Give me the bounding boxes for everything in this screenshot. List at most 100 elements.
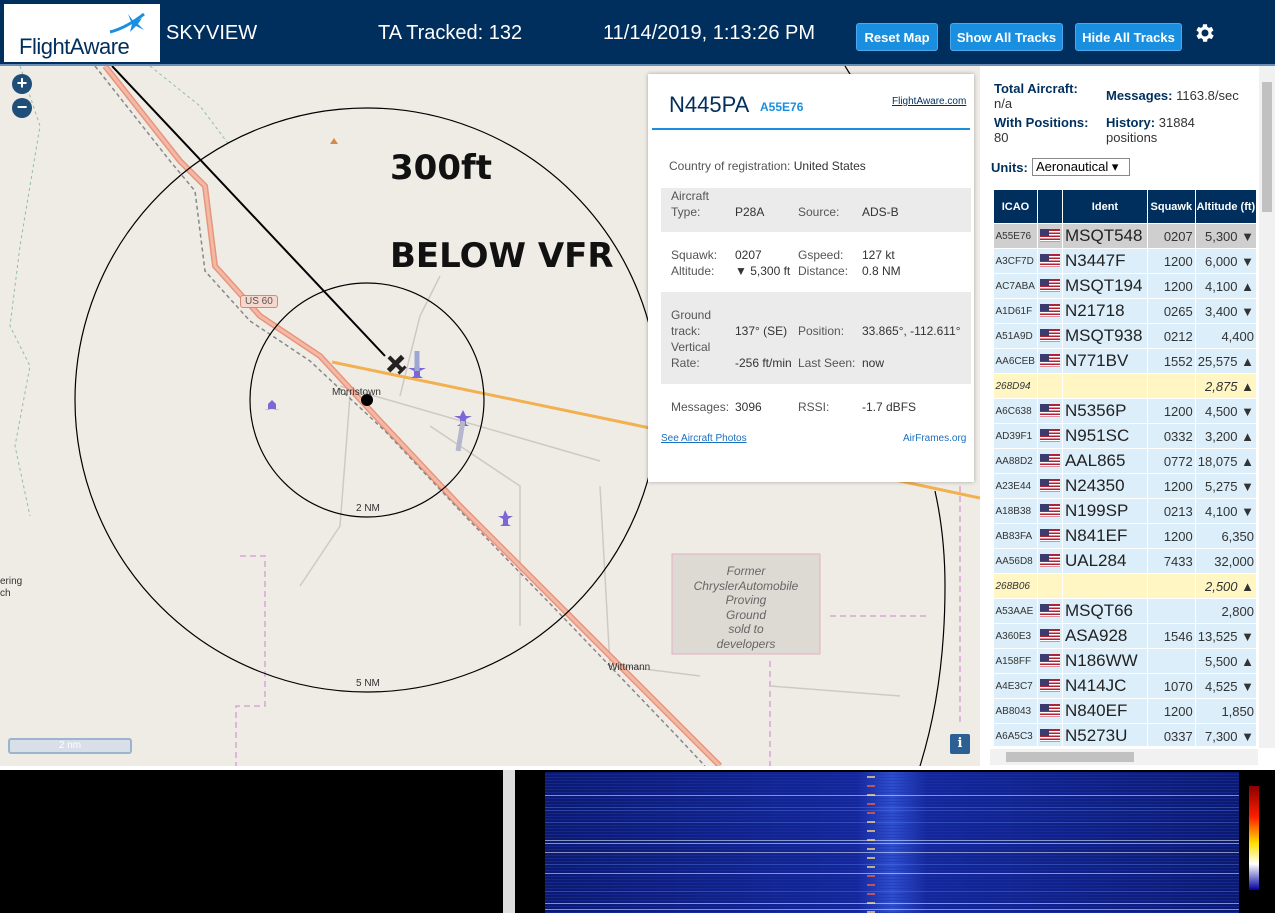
info-button[interactable]: i <box>950 734 970 754</box>
popup-registration: N445PA <box>669 92 750 117</box>
flag-cell <box>1037 398 1063 424</box>
table-row[interactable]: A23E44 N24350 1200 5,275 ▼ <box>993 473 1257 499</box>
icao-cell: AA6CEB <box>993 348 1038 374</box>
altitude-cell: 4,525 ▼ <box>1195 673 1257 699</box>
altitude-cell: 2,500 ▲ <box>1195 573 1257 599</box>
altitude-cell: 4,100 ▼ <box>1195 498 1257 524</box>
ident-cell <box>1062 373 1148 399</box>
icao-cell: A158FF <box>993 648 1038 674</box>
hide-all-tracks-button[interactable]: Hide All Tracks <box>1075 23 1182 51</box>
squawk-cell <box>1147 573 1196 599</box>
table-row[interactable]: AA56D8 UAL284 7433 32,000 <box>993 548 1257 574</box>
col-ident[interactable]: Ident <box>1061 189 1148 224</box>
ident-cell <box>1062 573 1148 599</box>
ident-cell: ASA928 <box>1062 623 1148 649</box>
squawk-cell: 1200 <box>1147 398 1196 424</box>
table-row[interactable]: AD39F1 N951SC 0332 3,200 ▲ <box>993 423 1257 449</box>
source-value: ADS-B <box>862 205 899 219</box>
landmark-label: Former ChryslerAutomobile Proving Ground… <box>693 564 799 651</box>
flag-cell <box>1037 373 1063 399</box>
altitude-cell: 2,800 <box>1195 598 1257 624</box>
table-row[interactable]: A51A9D MSQT938 0212 4,400 <box>993 323 1257 349</box>
reset-map-button[interactable]: Reset Map <box>856 23 938 51</box>
hscroll-thumb[interactable] <box>1006 752 1134 762</box>
altitude-cell: 25,575 ▲ <box>1195 348 1257 374</box>
altitude-value: ▼ 5,300 ft <box>735 264 791 278</box>
squawk-cell: 0337 <box>1147 723 1196 746</box>
spectrum-canvas <box>545 772 1259 913</box>
altitude-cell: 5,300 ▼ <box>1195 223 1257 249</box>
table-row[interactable]: AB8043 N840EF 1200 1,850 <box>993 698 1257 724</box>
map-edge-label-2: ch <box>0 588 11 599</box>
table-row[interactable]: AB83FA N841EF 1200 6,350 <box>993 523 1257 549</box>
table-row[interactable]: A6A5C3 N5273U 0337 7,300 ▼ <box>993 723 1257 746</box>
altitude-cell: 5,500 ▲ <box>1195 648 1257 674</box>
us-flag-icon <box>1039 529 1060 543</box>
vrate-value: -256 ft/min <box>735 356 792 370</box>
col-flag[interactable] <box>1036 189 1063 224</box>
squawk-cell: 1200 <box>1147 248 1196 274</box>
ident-cell: N951SC <box>1062 423 1148 449</box>
icao-cell: A55E76 <box>993 223 1038 249</box>
altitude-cell: 4,500 ▼ <box>1195 398 1257 424</box>
table-row[interactable]: A4E3C7 N414JC 1070 4,525 ▼ <box>993 673 1257 699</box>
vscroll-thumb[interactable] <box>1262 82 1272 212</box>
show-all-tracks-button[interactable]: Show All Tracks <box>950 23 1063 51</box>
track-band <box>661 292 971 384</box>
icao-cell: A3CF7D <box>993 248 1038 274</box>
flag-cell <box>1037 648 1063 674</box>
datetime: 11/14/2019, 1:13:26 PM <box>603 22 816 44</box>
squawk-cell: 1200 <box>1147 473 1196 499</box>
total-aircraft-value: n/a <box>994 96 1013 111</box>
table-row[interactable]: A158FF N186WW 5,500 ▲ <box>993 648 1257 674</box>
ident-cell: N21718 <box>1062 298 1148 324</box>
altitude-cell: 2,875 ▲ <box>1195 373 1257 399</box>
table-row[interactable]: A6C638 N5356P 1200 4,500 ▼ <box>993 398 1257 424</box>
flightaware-logo[interactable]: FlightAware <box>4 4 160 62</box>
icao-cell: AC7ABA <box>993 273 1038 299</box>
table-body: A55E76 MSQT548 0207 5,300 ▼ A3CF7D N3447F 1200… <box>993 223 1257 746</box>
squawk-cell: 0207 <box>1147 223 1196 249</box>
table-row[interactable]: A360E3 ASA928 1546 13,525 ▼ <box>993 623 1257 649</box>
airframes-link[interactable]: AirFrames.org <box>903 433 966 444</box>
squawk-cell <box>1147 648 1196 674</box>
table-vertical-scrollbar[interactable] <box>1259 66 1275 748</box>
table-row[interactable]: AA88D2 AAL865 0772 18,075 ▲ <box>993 448 1257 474</box>
squawk-cell: 1200 <box>1147 523 1196 549</box>
table-row[interactable]: 268B06 2,500 ▲ <box>993 573 1257 599</box>
zoom-in-button[interactable]: + <box>12 74 32 94</box>
ident-cell: MSQT938 <box>1062 323 1148 349</box>
gspeed-value: 127 kt <box>862 248 895 262</box>
tracked-count: TA Tracked: 132 <box>378 22 523 44</box>
altitude-cell: 13,525 ▼ <box>1195 623 1257 649</box>
waterfall-spectrum <box>515 770 1275 913</box>
ident-cell: MSQT66 <box>1062 598 1148 624</box>
table-row[interactable]: A53AAE MSQT66 2,800 <box>993 598 1257 624</box>
squawk-cell <box>1147 373 1196 399</box>
scale-bar: 2 nm <box>8 738 132 754</box>
table-row[interactable]: A1D61F N21718 0265 3,400 ▼ <box>993 298 1257 324</box>
flag-cell <box>1037 323 1063 349</box>
altitude-cell: 6,000 ▼ <box>1195 248 1257 274</box>
us-flag-icon <box>1039 329 1060 343</box>
aircraft-photos-link[interactable]: See Aircraft Photos <box>661 433 747 444</box>
app-title: SKYVIEW <box>166 22 258 44</box>
gear-icon[interactable] <box>1192 21 1216 45</box>
us-flag-icon <box>1039 629 1060 643</box>
zoom-out-button[interactable]: − <box>12 98 32 118</box>
table-row[interactable]: A3CF7D N3447F 1200 6,000 ▼ <box>993 248 1257 274</box>
units-select[interactable]: Aeronautical ▾ <box>1032 158 1130 176</box>
table-horizontal-scrollbar[interactable] <box>990 749 1258 765</box>
table-row[interactable]: 268D94 2,875 ▲ <box>993 373 1257 399</box>
table-row[interactable]: AC7ABA MSQT194 1200 4,100 ▲ <box>993 273 1257 299</box>
map-edge-label-1: ering <box>0 576 23 587</box>
col-squawk[interactable]: Squawk <box>1146 189 1196 224</box>
table-row[interactable]: AA6CEB N771BV 1552 25,575 ▲ <box>993 348 1257 374</box>
col-altitude[interactable]: Altitude (ft) <box>1194 189 1257 224</box>
table-row[interactable]: A18B38 N199SP 0213 4,100 ▼ <box>993 498 1257 524</box>
flightaware-link[interactable]: FlightAware.com <box>892 96 966 107</box>
table-header-row: ICAO Ident Squawk Altitude (ft) <box>993 189 1257 224</box>
history-unit: positions <box>1106 130 1158 145</box>
table-row[interactable]: A55E76 MSQT548 0207 5,300 ▼ <box>993 223 1257 249</box>
col-icao[interactable]: ICAO <box>993 189 1038 224</box>
